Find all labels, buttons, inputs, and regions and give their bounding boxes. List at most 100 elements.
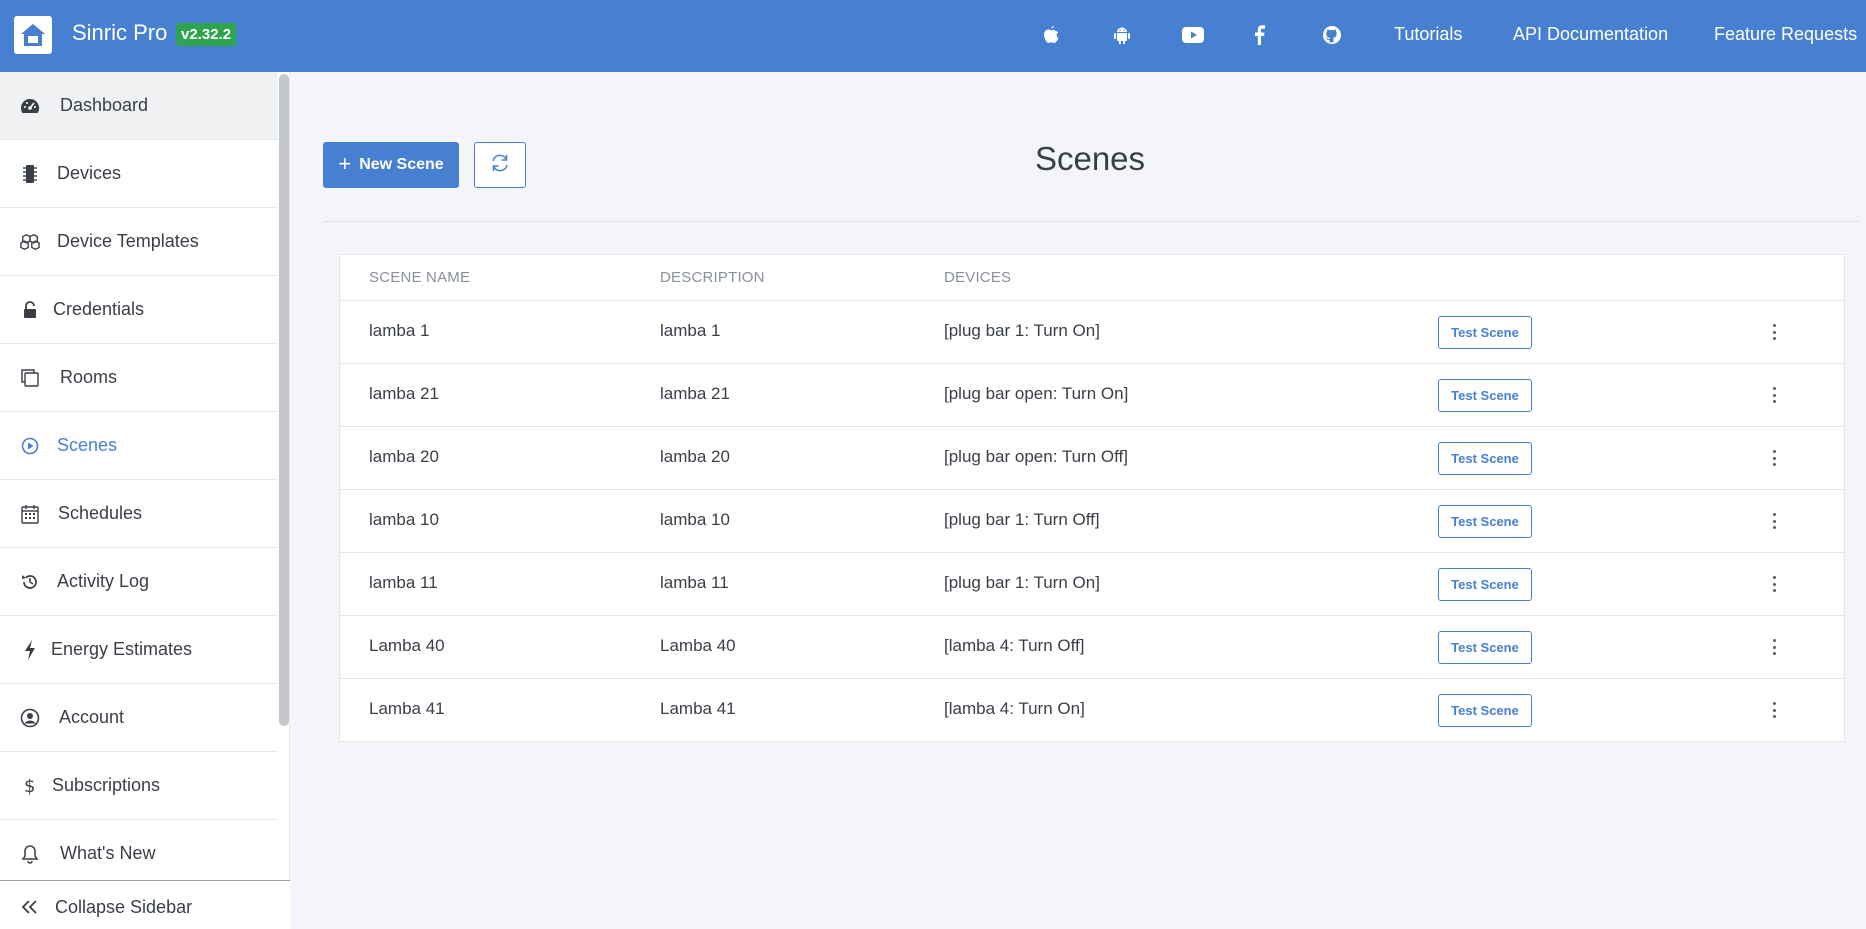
scene-name: lamba 1 — [369, 321, 430, 340]
collapse-sidebar-label: Collapse Sidebar — [55, 897, 193, 917]
tutorials-link[interactable]: Tutorials — [1394, 24, 1462, 45]
top-navbar: Sinric Pro v2.32.2 Tutorials API Documen… — [0, 0, 1866, 72]
svg-text:$: $ — [24, 776, 35, 796]
column-header-scene-name[interactable]: SCENE NAME — [369, 269, 470, 286]
youtube-icon[interactable] — [1182, 24, 1204, 46]
sidebar-item-credentials[interactable]: Credentials — [0, 276, 278, 344]
copy-icon — [20, 368, 40, 388]
scene-description: lamba 10 — [660, 510, 730, 529]
play-circle-icon — [20, 436, 40, 456]
scene-devices: [plug bar open: Turn Off] — [944, 447, 1128, 466]
scene-description: Lamba 41 — [660, 699, 736, 718]
sidebar-item-account[interactable]: Account — [0, 684, 278, 752]
github-icon[interactable] — [1321, 24, 1343, 46]
sidebar-item-label: What's New — [60, 843, 156, 863]
more-options-icon[interactable] — [1764, 573, 1784, 595]
scene-name: Lamba 40 — [369, 636, 445, 655]
facebook-icon[interactable] — [1248, 24, 1270, 46]
sidebar-item-activity-log[interactable]: Activity Log — [0, 548, 278, 616]
sidebar-item-device-templates[interactable]: Device Templates — [0, 208, 278, 276]
brand-name[interactable]: Sinric Pro — [72, 20, 167, 46]
plus-icon: + — [338, 150, 352, 176]
sidebar-item-label: Device Templates — [57, 231, 199, 251]
version-badge: v2.32.2 — [176, 23, 237, 46]
sidebar-item-label: Dashboard — [60, 95, 149, 115]
test-scene-button[interactable]: Test Scene — [1438, 316, 1532, 349]
table-header: SCENE NAME DESCRIPTION DEVICES — [340, 255, 1844, 301]
scene-description: lamba 1 — [660, 321, 721, 340]
sidebar-item-label: Scenes — [57, 435, 118, 455]
android-icon[interactable] — [1111, 24, 1133, 46]
scene-devices: [plug bar 1: Turn On] — [944, 573, 1100, 592]
sidebar-item-scenes[interactable]: Scenes — [0, 412, 278, 480]
sidebar-item-label: Devices — [57, 163, 122, 183]
new-scene-label: New Scene — [359, 156, 444, 173]
page-title: Scenes — [1034, 140, 1146, 177]
divider — [323, 221, 1859, 222]
scenes-table: SCENE NAME DESCRIPTION DEVICES lamba 1 l… — [339, 254, 1845, 742]
test-scene-button[interactable]: Test Scene — [1438, 379, 1532, 412]
scene-devices: [lamba 4: Turn On] — [944, 699, 1085, 718]
scene-name: Lamba 41 — [369, 699, 445, 718]
more-options-icon[interactable] — [1764, 510, 1784, 532]
scene-name: lamba 21 — [369, 384, 439, 403]
cubes-icon — [20, 232, 40, 252]
bolt-icon — [20, 640, 40, 660]
table-row: lamba 11 lamba 11 [plug bar 1: Turn On] … — [340, 553, 1844, 616]
sidebar-scrollbar[interactable] — [279, 74, 289, 726]
scene-description: lamba 21 — [660, 384, 730, 403]
sidebar-item-label: Energy Estimates — [51, 639, 193, 659]
sidebar-item-devices[interactable]: Devices — [0, 140, 278, 208]
scene-devices: [lamba 4: Turn Off] — [944, 636, 1085, 655]
scene-name: lamba 10 — [369, 510, 439, 529]
bell-icon — [20, 844, 40, 864]
api-documentation-link[interactable]: API Documentation — [1513, 24, 1668, 45]
sidebar-item-label: Credentials — [53, 299, 145, 319]
sidebar-item-schedules[interactable]: Schedules — [0, 480, 278, 548]
scene-devices: [plug bar open: Turn On] — [944, 384, 1129, 403]
test-scene-button[interactable]: Test Scene — [1438, 568, 1532, 601]
sidebar: Dashboard Devices Device Templates Crede… — [0, 72, 290, 929]
collapse-sidebar-button[interactable]: Collapse Sidebar — [0, 880, 290, 929]
scene-devices: [plug bar 1: Turn On] — [944, 321, 1100, 340]
sidebar-item-subscriptions[interactable]: $ Subscriptions — [0, 752, 278, 820]
refresh-button[interactable] — [474, 142, 526, 188]
sidebar-item-rooms[interactable]: Rooms — [0, 344, 278, 412]
sidebar-item-label: Subscriptions — [52, 775, 161, 795]
sidebar-item-label: Account — [59, 707, 125, 727]
new-scene-button[interactable]: + New Scene — [323, 142, 459, 188]
feature-requests-link[interactable]: Feature Requests — [1714, 24, 1857, 45]
sidebar-item-label: Schedules — [58, 503, 143, 523]
apple-icon[interactable] — [1040, 24, 1062, 46]
test-scene-button[interactable]: Test Scene — [1438, 442, 1532, 475]
double-chevron-left-icon — [20, 897, 40, 917]
sidebar-item-label: Rooms — [60, 367, 118, 387]
refresh-icon — [489, 152, 511, 179]
more-options-icon[interactable] — [1764, 699, 1784, 721]
column-header-devices[interactable]: DEVICES — [944, 269, 1011, 286]
test-scene-button[interactable]: Test Scene — [1438, 694, 1532, 727]
lock-icon — [20, 300, 40, 320]
history-icon — [20, 572, 40, 592]
table-row: lamba 1 lamba 1 [plug bar 1: Turn On] Te… — [340, 301, 1844, 364]
more-options-icon[interactable] — [1764, 636, 1784, 658]
column-header-description[interactable]: DESCRIPTION — [660, 269, 765, 286]
table-row: lamba 10 lamba 10 [plug bar 1: Turn Off]… — [340, 490, 1844, 553]
more-options-icon[interactable] — [1764, 384, 1784, 406]
table-row: Lamba 41 Lamba 41 [lamba 4: Turn On] Tes… — [340, 679, 1844, 742]
dollar-icon: $ — [20, 776, 40, 796]
table-row: lamba 20 lamba 20 [plug bar open: Turn O… — [340, 427, 1844, 490]
scene-description: lamba 20 — [660, 447, 730, 466]
home-logo-icon[interactable] — [14, 16, 52, 54]
test-scene-button[interactable]: Test Scene — [1438, 631, 1532, 664]
sidebar-item-energy-estimates[interactable]: Energy Estimates — [0, 616, 278, 684]
scene-description: lamba 11 — [660, 573, 729, 592]
calendar-icon — [20, 504, 40, 524]
sidebar-item-whats-new[interactable]: What's New — [0, 820, 278, 888]
user-circle-icon — [20, 708, 40, 728]
test-scene-button[interactable]: Test Scene — [1438, 505, 1532, 538]
more-options-icon[interactable] — [1764, 321, 1784, 343]
table-row: lamba 21 lamba 21 [plug bar open: Turn O… — [340, 364, 1844, 427]
more-options-icon[interactable] — [1764, 447, 1784, 469]
sidebar-item-dashboard[interactable]: Dashboard — [0, 72, 278, 140]
